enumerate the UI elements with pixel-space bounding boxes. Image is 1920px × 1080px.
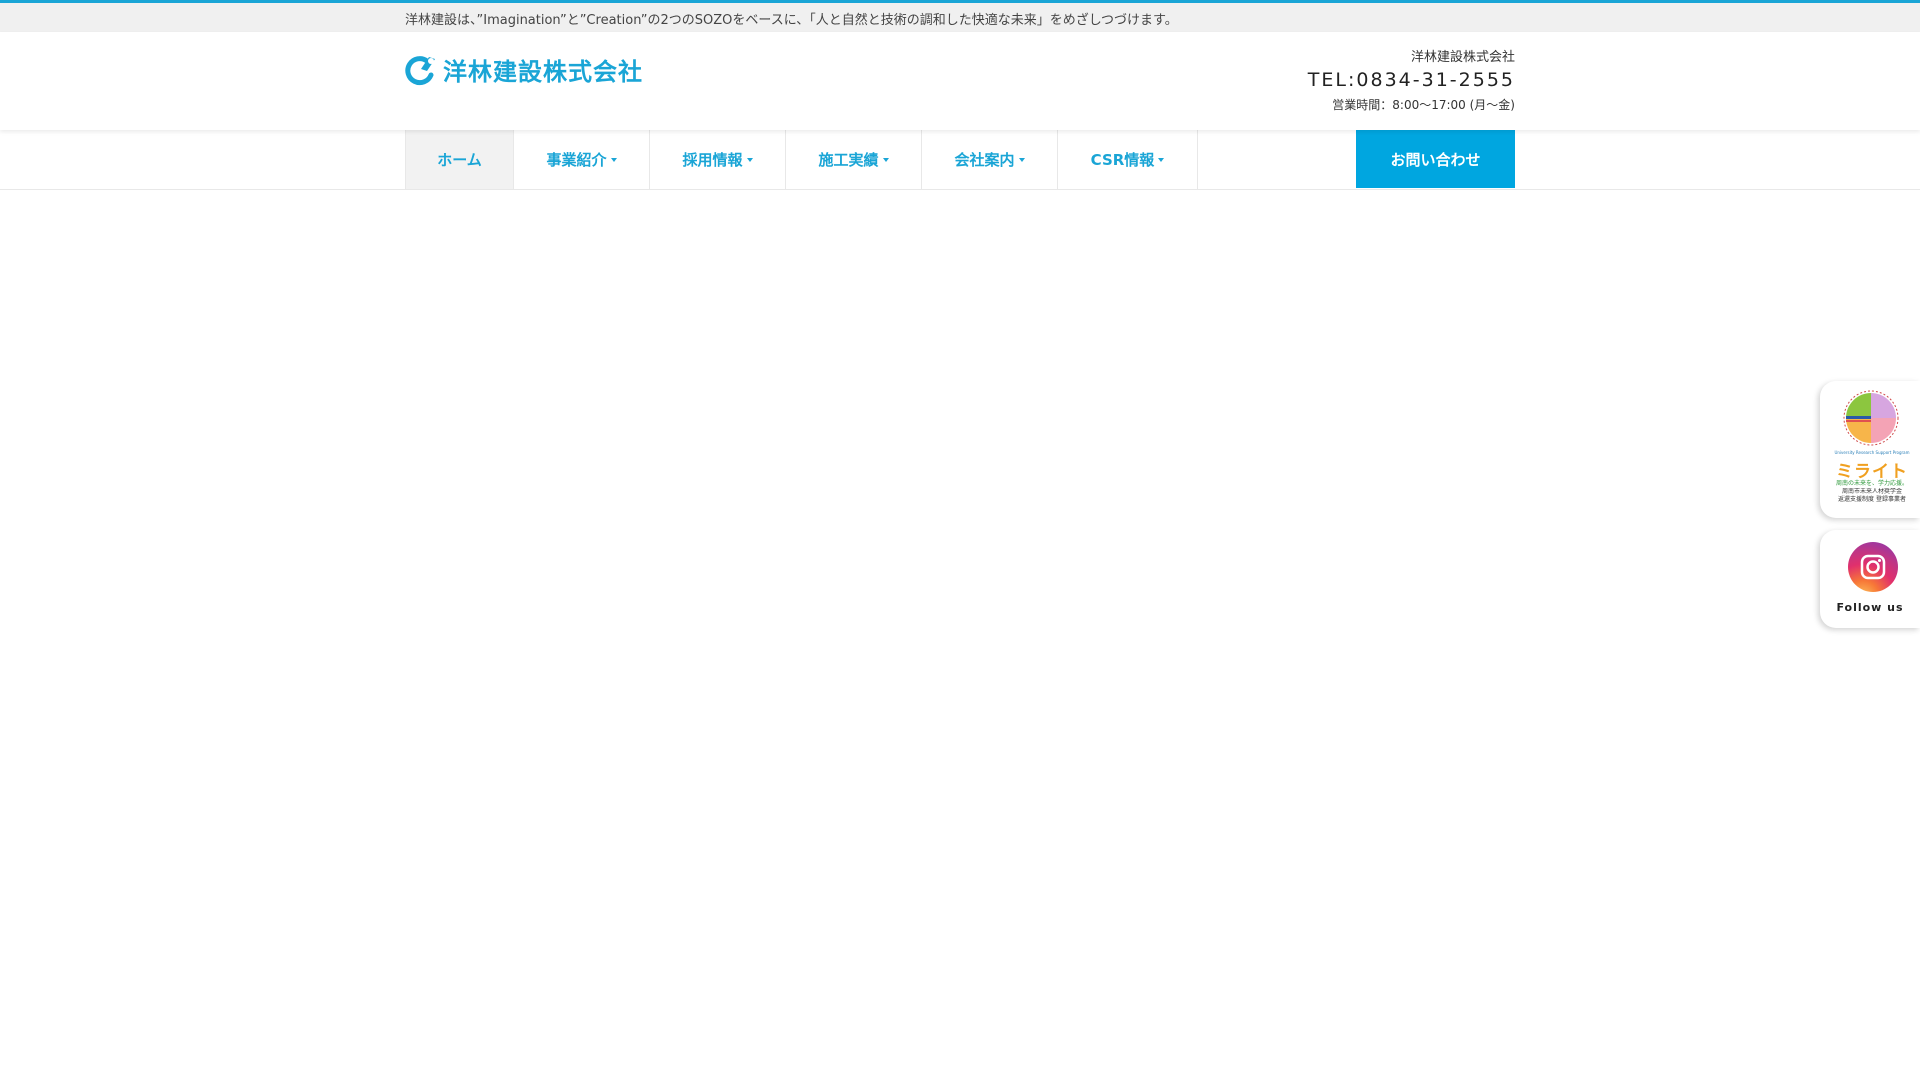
nav-item-label: 会社案内 — [954, 151, 1015, 169]
site-header: 洋林建設株式会社 洋林建設株式会社 TEL:0834-31-2555 営業時間：… — [0, 32, 1920, 130]
nav-item-company[interactable]: 会社案内 — [922, 130, 1058, 189]
nav-item-label: ホーム — [437, 151, 482, 169]
mirai-footer-line: 周南市未来人材奨学金 — [1841, 488, 1902, 495]
business-hours: 営業時間：8:00～17:00 (月～金) — [1332, 98, 1515, 112]
nav-item-works[interactable]: 施工実績 — [786, 130, 922, 189]
caret-down-icon — [746, 157, 753, 162]
nav-item-home[interactable]: ホーム — [405, 130, 514, 189]
mirai-footer: 周南市未来人材奨学金 返還支援制度 登録事業者 — [1826, 488, 1918, 504]
nav-item-csr[interactable]: CSR情報 — [1058, 130, 1198, 189]
tagline: 洋林建設は、”Imagination”と”Creation”の2つのSOZOをベ… — [405, 13, 1178, 28]
nav-item-label: 採用情報 — [682, 151, 743, 169]
instagram-icon — [1848, 542, 1898, 592]
nav-item-label: 事業紹介 — [546, 151, 607, 169]
nav-list: ホーム 事業紹介 採用情報 施工実績 会社案内 CSR情報 — [405, 130, 1198, 189]
logo-mark-icon — [405, 55, 435, 85]
caret-down-icon — [882, 157, 889, 162]
phone-number[interactable]: TEL:0834-31-2555 — [1308, 69, 1515, 91]
caret-down-icon — [610, 157, 617, 162]
logo-text: 洋林建設株式会社 — [443, 58, 643, 86]
nav-item-recruit[interactable]: 採用情報 — [650, 130, 786, 189]
caret-down-icon — [1158, 157, 1165, 162]
caret-down-icon — [1018, 157, 1025, 162]
header-contact: 洋林建設株式会社 TEL:0834-31-2555 営業時間：8:00～17:0… — [1308, 46, 1515, 113]
top-bar: 洋林建設は、”Imagination”と”Creation”の2つのSOZOをベ… — [0, 3, 1920, 32]
mirai-small-text: University Research Support Program — [1834, 450, 1910, 455]
nav-item-business[interactable]: 事業紹介 — [514, 130, 650, 189]
company-name: 洋林建設株式会社 — [1410, 50, 1515, 65]
site-logo[interactable]: 洋林建設株式会社 — [405, 52, 643, 87]
instagram-banner[interactable]: Follow us — [1820, 530, 1920, 628]
mirai-banner[interactable]: University Research Support Program ミライト… — [1820, 381, 1920, 518]
contact-button[interactable]: お問い合わせ — [1356, 130, 1515, 188]
global-nav: ホーム 事業紹介 採用情報 施工実績 会社案内 CSR情報 — [0, 130, 1920, 190]
nav-item-label: 施工実績 — [818, 151, 879, 169]
nav-item-label: CSR情報 — [1090, 151, 1155, 169]
mirai-subtitle: 周南の未来を、学力応援。 — [1835, 480, 1908, 487]
mirai-footer-line: 返還支援制度 登録事業者 — [1838, 496, 1906, 503]
mirai-logo-icon — [1843, 390, 1899, 446]
instagram-label: Follow us — [1836, 601, 1904, 614]
